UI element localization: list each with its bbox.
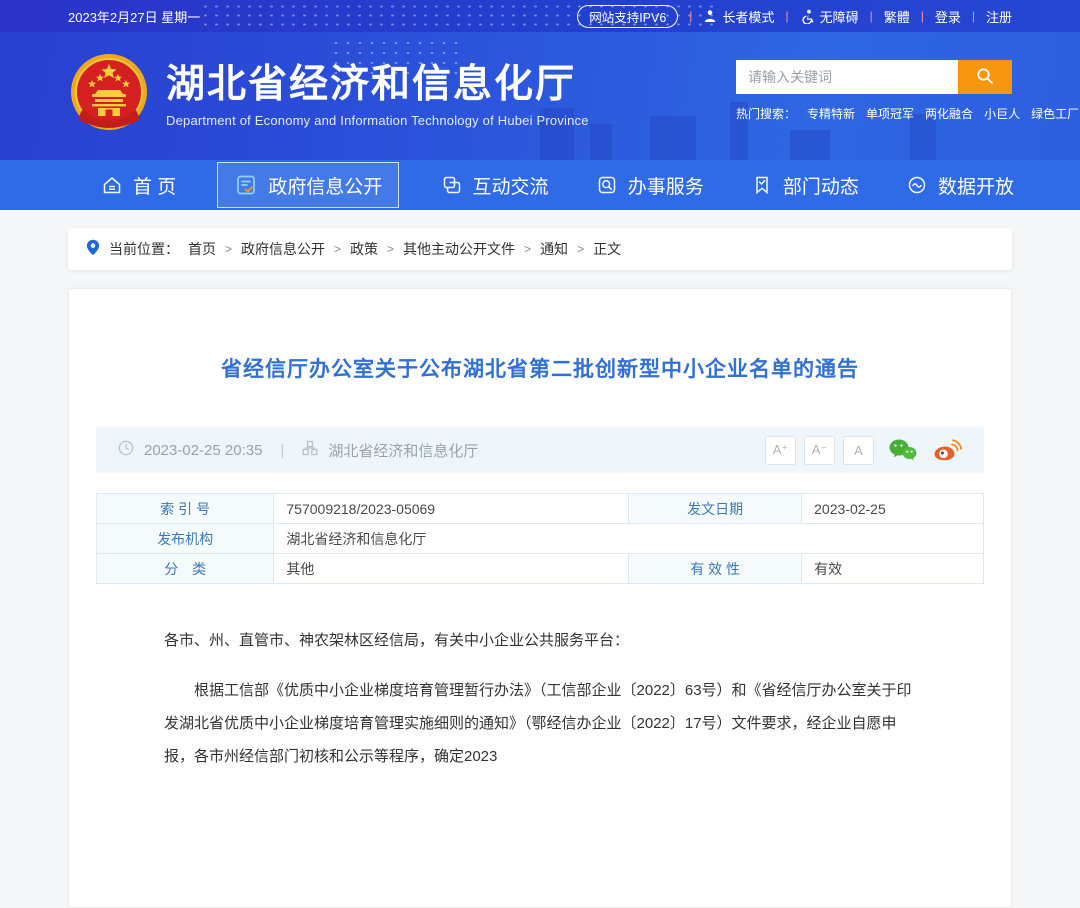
site-header: 湖北省经济和信息化厅 Department of Economy and Inf…	[0, 32, 1080, 160]
breadcrumb-item-gov-info[interactable]: 政府信息公开	[241, 239, 325, 259]
hot-keyword[interactable]: 两化融合	[925, 105, 973, 122]
breadcrumb-item-home[interactable]: 首页	[188, 239, 216, 259]
publish-datetime: 2023-02-25 20:35	[144, 442, 262, 459]
hot-keyword[interactable]: 绿色工厂	[1031, 105, 1079, 122]
main-nav: 首 页 政府信息公开 互动交流 办事服务 部门动态 数据开放	[0, 160, 1080, 210]
breadcrumb: 当前位置： 首页 > 政府信息公开 > 政策 > 其他主动公开文件 > 通知 >…	[68, 228, 1012, 270]
wechat-share-icon[interactable]	[888, 438, 918, 462]
article-title: 省经信厅办公室关于公布湖北省第二批创新型中小企业名单的通告	[69, 289, 1011, 383]
organization-icon	[302, 440, 318, 460]
category-value: 其他	[274, 554, 629, 584]
traditional-chinese-link[interactable]: 繁體	[884, 7, 910, 26]
index-number-value: 757009218/2023-05069	[274, 494, 629, 524]
font-smaller-button[interactable]: A⁻	[804, 436, 835, 465]
breadcrumb-label: 当前位置：	[109, 239, 179, 259]
clock-icon	[118, 440, 134, 460]
hot-keyword[interactable]: 小巨人	[984, 105, 1020, 122]
ipv6-badge[interactable]: 网站支持IPV6	[577, 5, 678, 28]
department-news-icon	[751, 174, 773, 196]
issue-date-value: 2023-02-25	[802, 494, 984, 524]
table-row: 分 类 其他 有 效 性 有效	[97, 554, 984, 584]
site-title: 湖北省经济和信息化厅	[166, 64, 589, 107]
weibo-share-icon[interactable]	[932, 438, 962, 462]
open-data-icon	[906, 174, 928, 196]
national-emblem-logo	[68, 50, 150, 143]
nav-item-interaction[interactable]: 互动交流	[435, 160, 555, 210]
document-info-table: 索 引 号 757009218/2023-05069 发文日期 2023-02-…	[96, 493, 984, 584]
nav-item-department-news[interactable]: 部门动态	[745, 160, 865, 210]
register-link[interactable]: 注册	[986, 7, 1012, 26]
top-bar: 2023年2月27日 星期一 网站支持IPV6 | 长者模式 | 无障碍 | 繁…	[0, 0, 1080, 32]
site-brand[interactable]: 湖北省经济和信息化厅 Department of Economy and Inf…	[68, 50, 589, 143]
nav-item-services[interactable]: 办事服务	[590, 160, 710, 210]
table-row: 发布机构 湖北省经济和信息化厅	[97, 524, 984, 554]
validity-value: 有效	[802, 554, 984, 584]
search-icon	[976, 67, 994, 88]
breadcrumb-item-notice[interactable]: 通知	[540, 239, 568, 259]
font-reset-button[interactable]: A	[843, 436, 874, 465]
article-card: 省经信厅办公室关于公布湖北省第二批创新型中小企业名单的通告 2023-02-25…	[68, 288, 1012, 908]
table-row: 索 引 号 757009218/2023-05069 发文日期 2023-02-…	[97, 494, 984, 524]
nav-item-open-data[interactable]: 数据开放	[900, 160, 1020, 210]
accessibility-icon	[800, 9, 815, 24]
publish-source: 湖北省经济和信息化厅	[328, 440, 478, 461]
elder-mode-link[interactable]: 长者模式	[703, 7, 774, 26]
services-icon	[596, 174, 618, 196]
breadcrumb-item-other-files[interactable]: 其他主动公开文件	[403, 239, 515, 259]
article-body: 各市、州、直管市、神农架林区经信局，有关中小企业公共服务平台： 根据工信部《优质…	[96, 624, 984, 773]
current-date: 2023年2月27日 星期一	[68, 7, 200, 26]
info-disclosure-icon	[234, 173, 258, 197]
publisher-label: 发布机构	[97, 524, 274, 554]
accessibility-link[interactable]: 无障碍	[800, 7, 859, 26]
home-icon	[101, 174, 123, 196]
hot-keyword[interactable]: 专精特新	[807, 105, 855, 122]
nav-item-home[interactable]: 首 页	[95, 160, 182, 210]
site-subtitle: Department of Economy and Information Te…	[166, 113, 589, 128]
interaction-icon	[441, 174, 463, 196]
category-label: 分 类	[97, 554, 274, 584]
person-icon	[703, 9, 717, 23]
search-input[interactable]	[736, 60, 958, 94]
breadcrumb-item-current: 正文	[593, 239, 621, 259]
body-paragraph: 各市、州、直管市、神农架林区经信局，有关中小企业公共服务平台：	[164, 624, 916, 657]
font-larger-button[interactable]: A⁺	[765, 436, 796, 465]
hot-search-label: 热门搜索：	[736, 105, 796, 122]
body-paragraph: 根据工信部《优质中小企业梯度培育管理暂行办法》（工信部企业〔2022〕63号）和…	[164, 674, 916, 773]
hot-keyword[interactable]: 单项冠军	[866, 105, 914, 122]
search-area: 热门搜索： 专精特新 单项冠军 两化融合 小巨人 绿色工厂	[736, 60, 1012, 122]
index-number-label: 索 引 号	[97, 494, 274, 524]
issue-date-label: 发文日期	[629, 494, 802, 524]
article-meta-bar: 2023-02-25 20:35 | 湖北省经济和信息化厅 A⁺ A⁻ A	[96, 427, 984, 473]
nav-item-gov-info-disclosure[interactable]: 政府信息公开	[217, 162, 399, 208]
login-link[interactable]: 登录	[935, 7, 961, 26]
breadcrumb-item-policy[interactable]: 政策	[350, 239, 378, 259]
hot-search-row: 热门搜索： 专精特新 单项冠军 两化融合 小巨人 绿色工厂	[736, 105, 1012, 122]
publisher-value: 湖北省经济和信息化厅	[274, 524, 984, 554]
location-pin-icon	[86, 239, 100, 259]
validity-label: 有 效 性	[629, 554, 802, 584]
search-button[interactable]	[958, 60, 1012, 94]
